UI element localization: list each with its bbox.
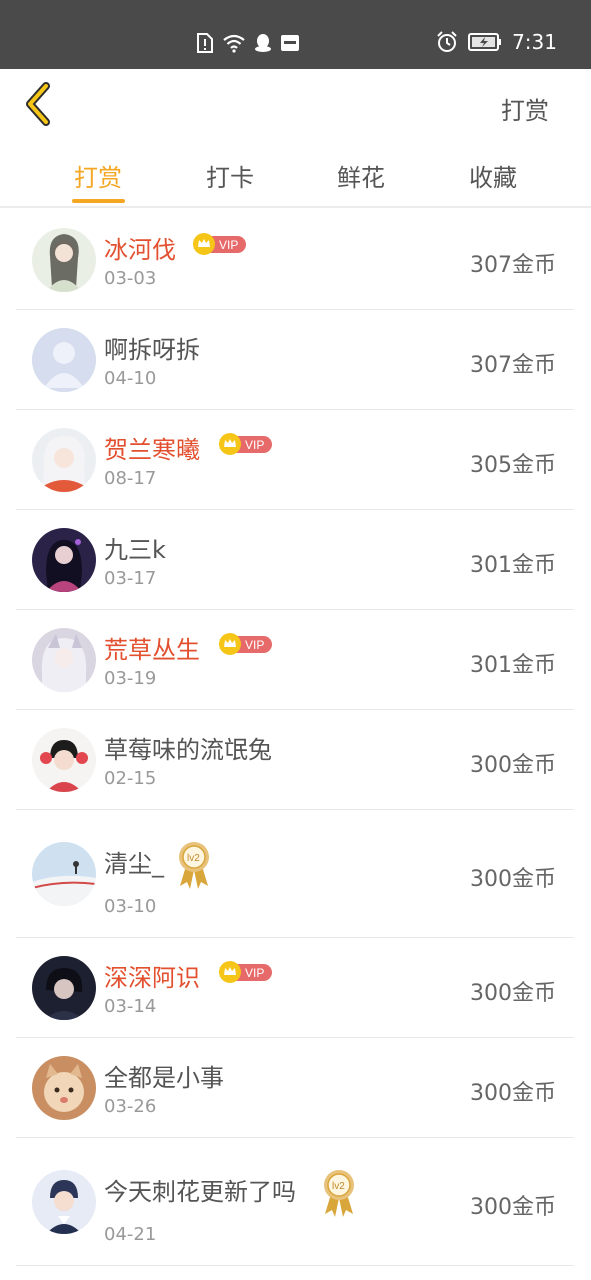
list-item[interactable]: 清尘_ lv2 03-10 300金币 <box>16 810 574 938</box>
coin-amount: 307金币 <box>470 353 556 378</box>
tab-favorites[interactable]: 收藏 <box>453 158 533 193</box>
coin-amount: 300金币 <box>470 867 556 892</box>
coin-amount: 300金币 <box>470 981 556 1006</box>
avatar <box>32 328 96 392</box>
date: 04-21 <box>104 1224 157 1245</box>
list-item[interactable]: 九三k 03-17 301金币 <box>16 510 574 610</box>
user-name: 草莓味的流氓兔 <box>104 736 272 764</box>
date: 02-15 <box>104 768 157 789</box>
coin-amount: 300金币 <box>470 1081 556 1106</box>
list-item[interactable]: 贺兰寒曦 VIP 08-17 305金币 <box>16 410 574 510</box>
avatar <box>32 1170 96 1234</box>
status-icons <box>196 33 300 53</box>
user-name: 全都是小事 <box>104 1064 224 1092</box>
sms-icon <box>281 35 299 51</box>
list-item[interactable]: 冰河伐 VIP 03-03 307金币 <box>16 210 574 310</box>
coin-amount: 300金币 <box>470 1195 556 1220</box>
active-tab-indicator <box>72 199 125 203</box>
coin-amount: 300金币 <box>470 753 556 778</box>
date: 03-14 <box>104 996 157 1017</box>
vip-badge: VIP <box>219 433 272 455</box>
avatar <box>32 528 96 592</box>
tab-bar: 打赏 打卡 鲜花 收藏 <box>0 141 591 208</box>
list-item[interactable]: 深深阿识 VIP 03-14 300金币 <box>16 938 574 1038</box>
tab-reward[interactable]: 打赏 <box>58 158 138 193</box>
page-title[interactable]: 打赏 <box>501 91 549 126</box>
user-name: 荒草丛生 <box>104 636 200 664</box>
list-item[interactable]: 啊拆呀拆 04-10 307金币 <box>16 310 574 410</box>
avatar <box>32 428 96 492</box>
list-item[interactable]: 全都是小事 03-26 300金币 <box>16 1038 574 1138</box>
level-label: lv2 <box>332 1181 345 1192</box>
user-name: 清尘_ <box>104 850 164 878</box>
nav-bar: 打赏 <box>0 69 591 141</box>
vip-badge: VIP <box>219 633 272 655</box>
date: 03-19 <box>104 668 157 689</box>
coin-amount: 305金币 <box>470 453 556 478</box>
user-name: 啊拆呀拆 <box>104 336 200 364</box>
date: 03-03 <box>104 268 157 289</box>
wifi-icon <box>223 34 245 53</box>
user-name: 今天刺花更新了吗 <box>104 1178 296 1206</box>
avatar <box>32 842 96 906</box>
vip-label: VIP <box>245 966 264 980</box>
status-right: 7:31 <box>436 30 557 54</box>
tab-flowers[interactable]: 鲜花 <box>321 158 401 193</box>
user-name: 九三k <box>104 536 166 564</box>
vip-badge: VIP <box>193 233 246 255</box>
level-label: lv2 <box>187 853 200 864</box>
coin-amount: 301金币 <box>470 653 556 678</box>
avatar <box>32 956 96 1020</box>
alarm-icon <box>437 31 457 52</box>
list-item[interactable]: 荒草丛生 VIP 03-19 301金币 <box>16 610 574 710</box>
tab-checkin[interactable]: 打卡 <box>190 158 270 193</box>
list-item[interactable]: 草莓味的流氓兔 02-15 300金币 <box>16 710 574 810</box>
qq-icon <box>255 34 271 52</box>
vip-label: VIP <box>245 638 264 652</box>
vip-label: VIP <box>245 438 264 452</box>
date: 04-10 <box>104 368 157 389</box>
date: 08-17 <box>104 468 157 489</box>
date: 03-26 <box>104 1096 157 1117</box>
coin-amount: 301金币 <box>470 553 556 578</box>
vip-label: VIP <box>219 238 238 252</box>
user-name: 冰河伐 <box>104 236 176 264</box>
user-name: 深深阿识 <box>104 964 200 992</box>
date: 03-17 <box>104 568 157 589</box>
date: 03-10 <box>104 896 157 917</box>
level-medal-icon: lv2 <box>179 842 209 889</box>
coin-amount: 307金币 <box>470 253 556 278</box>
vip-badge: VIP <box>219 961 272 983</box>
list-item[interactable]: 今天刺花更新了吗 lv2 04-21 300金币 <box>16 1138 574 1266</box>
battery-icon <box>468 33 502 51</box>
avatar <box>32 228 96 292</box>
back-arrow-icon[interactable] <box>20 82 60 126</box>
status-bar: 7:31 <box>0 0 591 69</box>
status-time: 7:31 <box>512 30 557 54</box>
avatar <box>32 1056 96 1120</box>
level-medal-icon: lv2 <box>324 1170 354 1217</box>
user-name: 贺兰寒曦 <box>104 436 200 464</box>
avatar <box>32 628 96 692</box>
avatar <box>32 728 96 792</box>
sim-alert-icon <box>197 33 213 53</box>
